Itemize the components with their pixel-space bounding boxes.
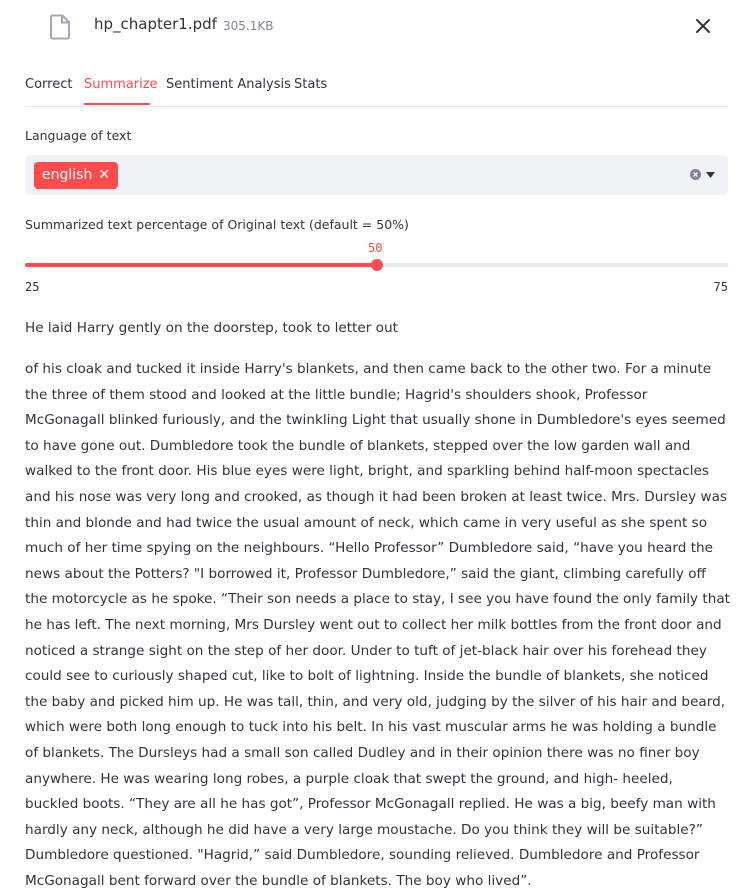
file-name: hp_chapter1.pdf [94,15,217,33]
tab-stats[interactable]: Stats [294,77,327,92]
close-icon[interactable] [692,15,714,37]
caret-down-icon[interactable] [706,172,715,178]
tab-sentiment-analysis[interactable]: Sentiment Analysis [166,77,291,92]
chip-remove-icon[interactable]: ✕ [98,167,110,183]
uploaded-file-row: hp_chapter1.pdf 305.1KB [0,0,751,52]
language-chip-label: english [42,167,93,183]
tab-summarize[interactable]: Summarize [84,77,158,92]
tab-correct[interactable]: Correct [25,77,72,92]
slider-current-value: 50 [368,241,383,255]
summary-text: of his cloak and tucked it inside Harry'… [25,361,731,889]
file-icon [50,14,70,40]
tab-bar: Correct Summarize Sentiment Analysis Sta… [25,74,728,107]
slider-thumb[interactable] [370,259,383,271]
active-tab-indicator [84,103,150,105]
language-chip[interactable]: english ✕ [34,162,119,189]
language-label: Language of text [25,128,132,143]
percentage-slider[interactable] [25,259,728,271]
slider-max-label: 75 [713,280,728,294]
clear-circle-icon[interactable] [690,169,701,180]
summary-first-line: He laid Harry gently on the doorstep, to… [25,320,398,336]
file-size: 305.1KB [223,19,274,33]
language-multiselect[interactable]: english ✕ [25,155,728,195]
slider-label: Summarized text percentage of Original t… [25,217,409,232]
slider-min-label: 25 [25,280,40,294]
slider-fill [25,263,377,267]
